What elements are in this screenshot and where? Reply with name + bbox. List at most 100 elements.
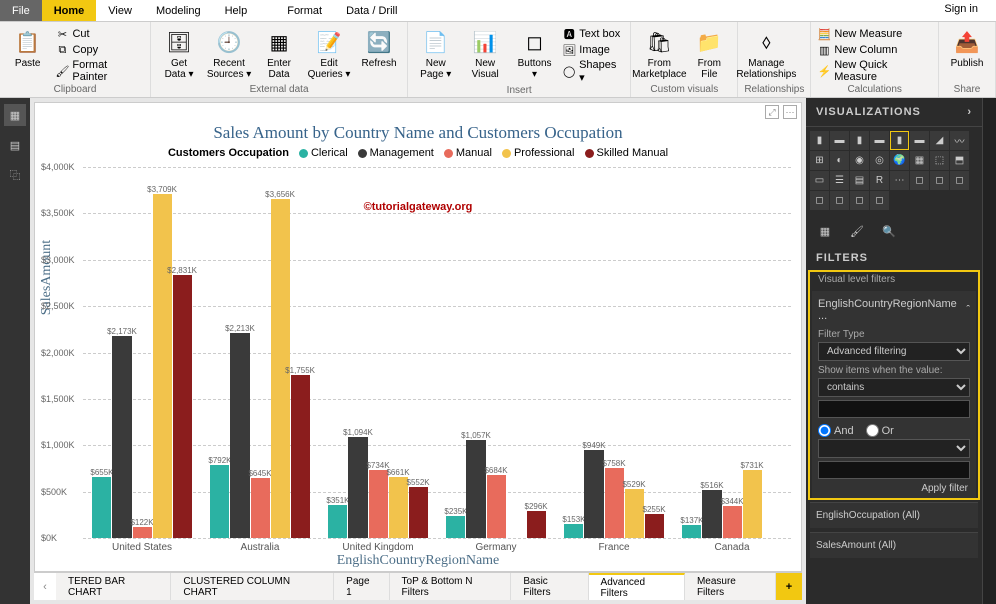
fields-mode-icon[interactable]: ▦ xyxy=(816,222,834,240)
tabs-scroll-left[interactable]: ‹ xyxy=(34,573,56,600)
page-tab[interactable]: Advanced Filters xyxy=(589,573,685,600)
page-tab[interactable]: CLUSTERED COLUMN CHART xyxy=(171,573,334,600)
enter-data-button[interactable]: ▦Enter Data xyxy=(257,24,301,80)
page-tab[interactable]: Measure Filters xyxy=(685,573,776,600)
new-quick-measure-button[interactable]: ⚡New Quick Measure xyxy=(817,59,932,83)
publish-icon: 📤 xyxy=(952,27,982,57)
chart-visual[interactable]: ⤢ ⋯ Sales Amount by Country Name and Cus… xyxy=(34,102,802,572)
viz-type-icon[interactable]: ◻ xyxy=(810,191,829,210)
marketplace-icon: 🛍 xyxy=(644,27,674,57)
viz-type-icon[interactable]: ◉ xyxy=(850,151,869,170)
new-page-button[interactable]: 📄New Page ▾ xyxy=(414,24,457,80)
watermark-text: ©tutorialgateway.org xyxy=(364,201,473,213)
viz-type-icon[interactable]: ▮ xyxy=(810,131,829,150)
viz-type-icon[interactable]: ◻ xyxy=(830,191,849,210)
visual-level-filters-label: Visual level filters xyxy=(808,270,980,289)
shapes-button[interactable]: ◯Shapes ▾ xyxy=(562,59,624,84)
group-label: Relationships xyxy=(744,83,804,95)
filter-value-input-2[interactable] xyxy=(818,461,970,479)
focus-mode-icon[interactable]: ⤢ xyxy=(765,105,779,119)
viz-type-icon[interactable]: ▬ xyxy=(870,131,889,150)
viz-type-icon[interactable]: ◎ xyxy=(870,151,889,170)
more-options-icon[interactable]: ⋯ xyxy=(783,105,797,119)
format-mode-icon[interactable]: 🖌 xyxy=(848,222,866,240)
page-tab[interactable]: ToP & Bottom N Filters xyxy=(390,573,512,600)
copy-button[interactable]: ⧉Copy xyxy=(55,43,144,57)
filter-card-occupation[interactable]: EnglishOccupation (All) xyxy=(810,502,978,528)
manage-relationships-button[interactable]: ⬨Manage Relationships xyxy=(744,24,788,80)
viz-type-icon[interactable]: ⋯ xyxy=(890,171,909,190)
buttons-button[interactable]: ◻Buttons ▾ xyxy=(513,24,556,80)
data-view-button[interactable]: ▤ xyxy=(4,134,26,156)
cut-button[interactable]: ✂Cut xyxy=(55,27,144,41)
new-visual-button[interactable]: 📊New Visual xyxy=(463,24,506,80)
viz-type-icon[interactable]: ◻ xyxy=(910,171,929,190)
model-view-button[interactable]: ⿻ xyxy=(4,164,26,186)
viz-type-icon[interactable]: ▦ xyxy=(910,151,929,170)
menu-help[interactable]: Help xyxy=(213,0,260,21)
page-tab[interactable]: Page 1 xyxy=(334,573,389,600)
report-canvas: ⤢ ⋯ Sales Amount by Country Name and Cus… xyxy=(30,98,806,604)
paste-button[interactable]: 📋Paste xyxy=(6,24,49,69)
filter-value-input-1[interactable] xyxy=(818,400,970,418)
menu-home[interactable]: Home xyxy=(42,0,97,21)
from-file-button[interactable]: 📁From File xyxy=(687,24,731,80)
viz-type-icon[interactable]: ◻ xyxy=(950,171,969,190)
new-column-button[interactable]: ▥New Column xyxy=(817,43,932,57)
from-marketplace-button[interactable]: 🛍From Marketplace xyxy=(637,24,681,80)
viz-type-icon[interactable]: ◐ xyxy=(830,151,849,170)
sign-in-link[interactable]: Sign in xyxy=(926,0,996,21)
get-data-button[interactable]: 🗄Get Data ▾ xyxy=(157,24,201,80)
refresh-button[interactable]: 🔄Refresh xyxy=(357,24,401,69)
or-radio[interactable]: Or xyxy=(866,424,894,437)
report-view-button[interactable]: ▦ xyxy=(4,104,26,126)
viz-type-icon[interactable]: ☰ xyxy=(830,171,849,190)
viz-type-icon[interactable]: ◢ xyxy=(930,131,949,150)
menu-view[interactable]: View xyxy=(96,0,144,21)
analytics-mode-icon[interactable]: 🔍 xyxy=(880,222,898,240)
page-tab[interactable]: Basic Filters xyxy=(511,573,588,600)
filter-operator-select-2[interactable] xyxy=(818,439,970,458)
viz-type-icon[interactable]: ▮ xyxy=(850,131,869,150)
new-measure-button[interactable]: 🧮New Measure xyxy=(817,27,932,41)
text-box-button[interactable]: 🅰Text box xyxy=(562,27,624,41)
filter-type-label: Filter Type xyxy=(818,329,970,340)
viz-type-icon[interactable]: ⬚ xyxy=(930,151,949,170)
viz-type-icon[interactable]: ▬ xyxy=(830,131,849,150)
image-button[interactable]: 🖼Image xyxy=(562,43,624,57)
apply-filter-button[interactable]: Apply filter xyxy=(818,479,970,494)
chevron-right-icon[interactable]: › xyxy=(967,106,972,118)
viz-type-icon[interactable]: ⊞ xyxy=(810,151,829,170)
menu-format[interactable]: Format xyxy=(275,0,334,21)
fields-pane-collapsed[interactable] xyxy=(982,98,996,604)
viz-type-icon[interactable]: ◻ xyxy=(930,171,949,190)
menu-data-drill[interactable]: Data / Drill xyxy=(334,0,409,21)
group-label: Calculations xyxy=(817,83,932,95)
viz-type-icon[interactable]: ◻ xyxy=(850,191,869,210)
viz-type-icon[interactable]: 🌍 xyxy=(890,151,909,170)
publish-button[interactable]: 📤Publish xyxy=(945,24,989,69)
viz-type-icon[interactable]: 〰 xyxy=(950,131,969,150)
filter-type-select[interactable]: Advanced filtering xyxy=(818,342,970,361)
edit-queries-button[interactable]: 📝Edit Queries ▾ xyxy=(307,24,351,80)
left-rail: ▦ ▤ ⿻ xyxy=(0,98,30,604)
viz-type-icon[interactable]: ◻ xyxy=(870,191,889,210)
filter-card[interactable]: EnglishCountryRegionName ...ˆ Filter Typ… xyxy=(812,291,976,498)
viz-type-icon[interactable]: ▤ xyxy=(850,171,869,190)
menu-file[interactable]: File xyxy=(0,0,42,21)
viz-type-icon[interactable]: ▬ xyxy=(910,131,929,150)
chart-legend: Customers OccupationClericalManagementMa… xyxy=(35,147,801,163)
viz-type-icon[interactable]: ▭ xyxy=(810,171,829,190)
viz-type-icon[interactable]: ▮ xyxy=(890,131,909,150)
viz-type-icon[interactable]: ⬒ xyxy=(950,151,969,170)
filter-operator-select[interactable]: contains xyxy=(818,378,970,397)
recent-sources-button[interactable]: 🕘Recent Sources ▾ xyxy=(207,24,251,80)
viz-type-icon[interactable]: R xyxy=(870,171,889,190)
and-radio[interactable]: And xyxy=(818,424,854,437)
add-page-button[interactable]: + xyxy=(776,573,802,600)
page-tab[interactable]: TERED BAR CHART xyxy=(56,573,171,600)
menu-modeling[interactable]: Modeling xyxy=(144,0,213,21)
chevron-up-icon[interactable]: ˆ xyxy=(966,304,970,316)
filter-card-salesamount[interactable]: SalesAmount (All) xyxy=(810,532,978,558)
format-painter-button[interactable]: 🖌Format Painter xyxy=(55,59,144,83)
